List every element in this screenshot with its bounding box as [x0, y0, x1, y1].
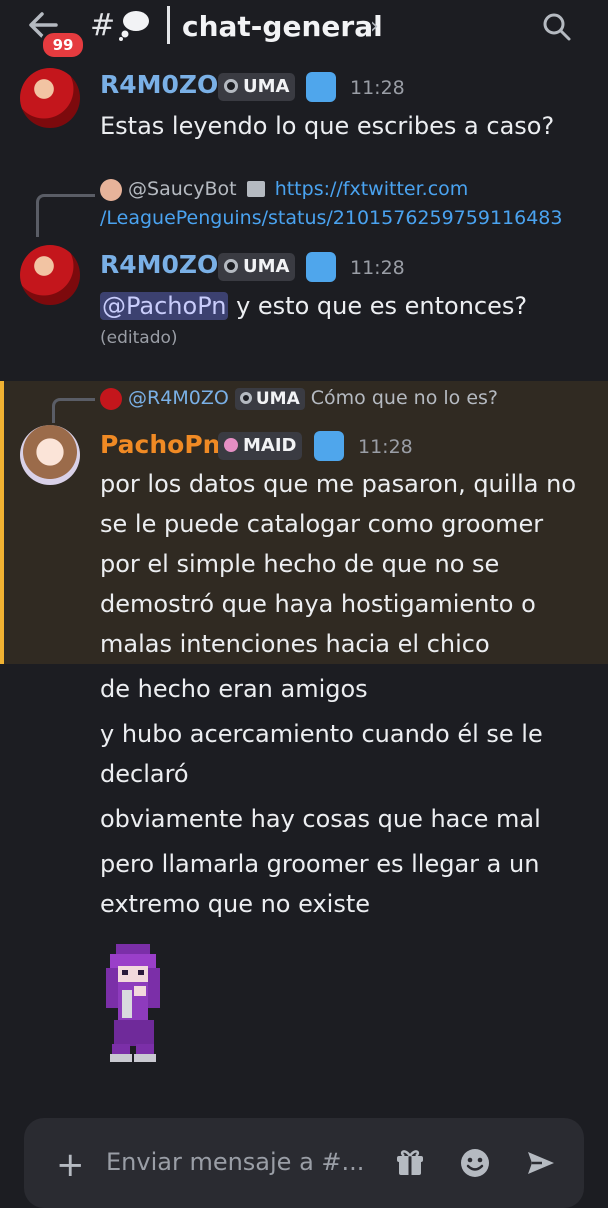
reply-avatar: [100, 178, 122, 201]
message-input[interactable]: Enviar mensaje a #...: [106, 1148, 364, 1176]
reply-role-label: UMA: [255, 389, 300, 409]
channel-hash: #: [90, 8, 116, 43]
mention-highlight-bar: [0, 381, 4, 664]
message-body: y esto que es entonces?: [228, 292, 528, 320]
followup-message: obviamente hay cosas que hace mal: [100, 805, 541, 833]
header-separator: [167, 6, 170, 44]
reply-author: @SaucyBot: [128, 178, 237, 200]
channel-header: 99 # chat-general ›: [0, 0, 608, 60]
timestamp: 11:28: [350, 77, 405, 99]
role-tag: UMA: [218, 73, 296, 101]
image-icon: [246, 181, 265, 197]
role-icon: [224, 438, 238, 452]
followup-message: declaró: [100, 760, 189, 788]
app-badge-icon: [314, 431, 344, 461]
timestamp: 11:28: [358, 436, 413, 458]
app-badge-icon: [306, 72, 336, 102]
reply-link-continued[interactable]: /LeaguePenguins/status/21015762597591164…: [100, 207, 562, 229]
avatar-r4m0zo[interactable]: [20, 68, 80, 128]
username[interactable]: R4M0ZO: [100, 70, 218, 99]
gift-icon[interactable]: [393, 1146, 427, 1180]
role-tag-label: UMA: [243, 256, 290, 277]
username[interactable]: PachoPn: [100, 430, 220, 459]
avatar-pachopn[interactable]: [20, 425, 80, 485]
role-tag: MAID: [218, 432, 303, 460]
username[interactable]: R4M0ZO: [100, 250, 218, 279]
followup-message: extremo que no existe: [100, 890, 371, 918]
reply-author: @R4M0ZO: [128, 387, 229, 409]
reply-text: Cómo que no lo es?: [310, 387, 498, 409]
send-icon[interactable]: [524, 1146, 558, 1180]
reply-preview[interactable]: @SaucyBot https://fxtwitter.com: [100, 178, 468, 201]
reply-role-tag: UMA: [234, 388, 305, 410]
add-attachment-icon[interactable]: +: [56, 1145, 85, 1185]
reply-avatar: [100, 387, 122, 410]
message-line: malas intenciones hacia el chico: [100, 630, 490, 658]
reply-connector: [52, 398, 95, 423]
role-icon: [224, 259, 238, 273]
reply-connector: [36, 194, 95, 237]
message-line: se le puede catalogar como groomer: [100, 510, 544, 538]
thought-balloon-icon: [119, 11, 149, 41]
search-icon[interactable]: [540, 10, 574, 44]
followup-message: de hecho eran amigos: [100, 675, 368, 703]
message-line: demostró que haya hostigamiento o: [100, 590, 536, 618]
role-icon: [224, 79, 238, 93]
user-mention[interactable]: @PachoPn: [100, 292, 229, 320]
role-tag: UMA: [218, 253, 296, 281]
pixel-sprite-sticker[interactable]: [100, 940, 170, 1070]
timestamp: 11:28: [350, 257, 405, 279]
edited-label: (editado): [100, 328, 178, 348]
app-badge-icon: [306, 252, 336, 282]
avatar-r4m0zo[interactable]: [20, 245, 80, 305]
followup-message: pero llamarla groomer es llegar a un: [100, 850, 540, 878]
channel-name[interactable]: chat-general: [182, 10, 383, 43]
message-text: @PachoPn y esto que es entonces?: [100, 286, 527, 326]
message-text: Estas leyendo lo que escribes a caso?: [100, 112, 555, 140]
channel-chevron-icon[interactable]: ›: [370, 14, 379, 39]
emoji-icon[interactable]: [458, 1146, 492, 1180]
role-icon: [239, 392, 252, 404]
unread-badge: 99: [40, 30, 86, 60]
reply-link[interactable]: https://fxtwitter.com: [275, 178, 469, 200]
role-tag-label: MAID: [243, 435, 297, 456]
role-tag-label: UMA: [243, 76, 290, 97]
message-line: por los datos que me pasaron, quilla no: [100, 470, 577, 498]
reply-preview[interactable]: @R4M0ZO UMA Cómo que no lo es?: [100, 387, 498, 410]
message-line: por el simple hecho de que no se: [100, 550, 500, 578]
followup-message: y hubo acercamiento cuando él se le: [100, 720, 543, 748]
